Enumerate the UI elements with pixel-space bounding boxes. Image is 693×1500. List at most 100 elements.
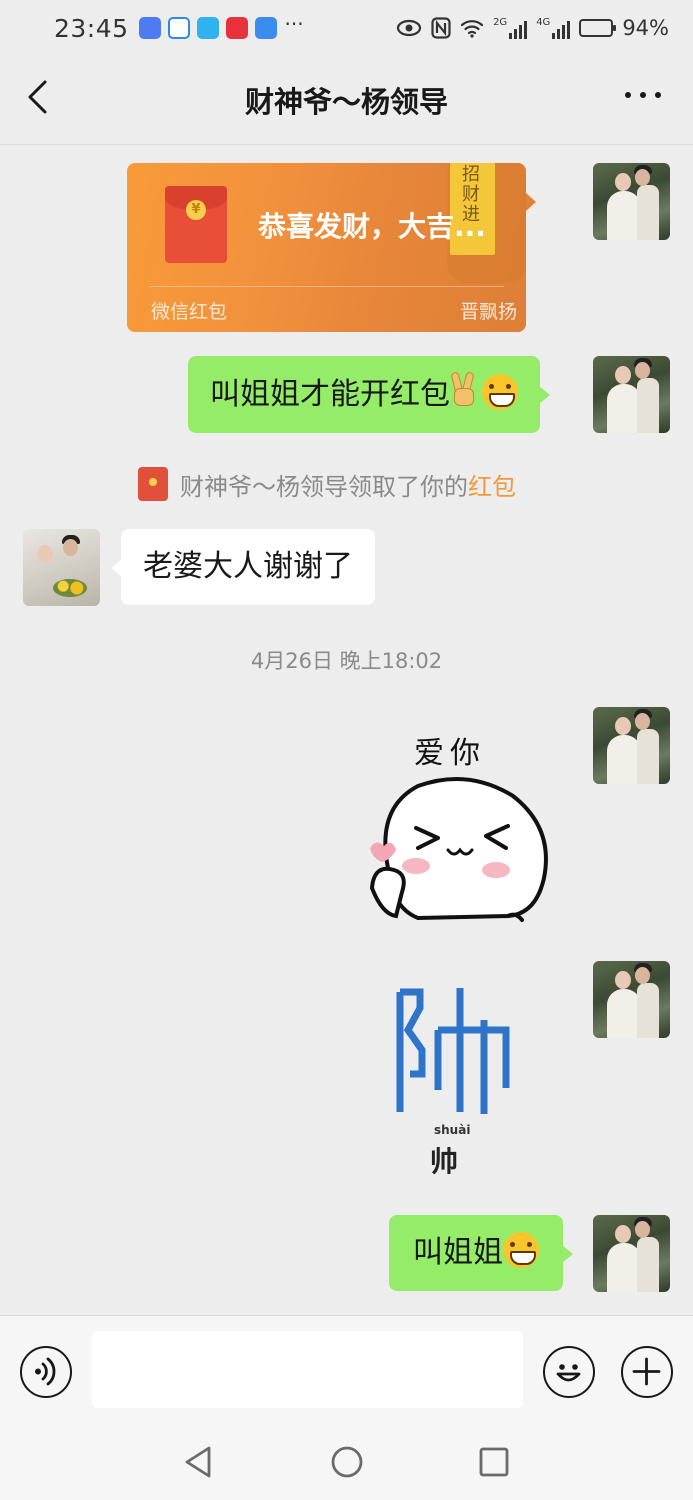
red-packet-label: 微信红包 [151,301,228,323]
signal-2g: 2G [493,17,528,39]
nav-home-icon [331,1446,363,1478]
plus-icon [632,1357,661,1386]
avatar-figure [637,1237,659,1292]
more-button[interactable] [625,92,661,98]
red-envelope-icon: ¥ [165,186,227,263]
message-bubble-received[interactable]: 老婆大人谢谢了 [111,529,375,605]
message-text: 叫姐姐才能开红包 [210,377,450,412]
signal-bars-icon [509,17,528,39]
message-text: 老婆大人谢谢了 [143,549,353,584]
status-more: ··· [284,12,304,36]
avatar-figure [637,729,659,784]
red-packet-link[interactable]: 红包 [468,467,516,502]
nav-recent-icon [479,1447,509,1477]
grin-emoji-icon [482,374,518,410]
victory-hand-emoji-icon [450,371,478,410]
my-avatar[interactable] [593,163,670,240]
message-bubble-sent[interactable]: 叫姐姐 [389,1215,573,1291]
avatar-figure [637,983,659,1038]
avatar-face [37,545,53,563]
voice-button[interactable] [20,1346,72,1398]
message-bubble-sent[interactable]: 叫姐姐才能开红包 [188,356,550,433]
chevron-left-icon [28,80,47,114]
red-packet-title: 恭喜发财，大吉... [258,210,486,243]
chat-title: 财神爷～杨领导 [244,85,448,119]
sticker-character: 帅 [430,1145,459,1178]
signal-4g: 4G [536,17,571,39]
message-text: 叫姐姐 [413,1235,503,1270]
avatar-figure [607,384,641,433]
red-packet-icon [138,467,168,501]
sticker-handsome[interactable]: shuài 帅 [386,978,526,1183]
avatar-figure [637,185,659,240]
app-notification-icon [167,17,190,39]
status-indicators: 2G 4G 94% [396,16,669,40]
sticker-pinyin: shuài [434,1123,471,1137]
my-avatar[interactable] [593,1215,670,1292]
avatar-flowers [53,579,87,597]
shuai-character-sticker-icon [396,988,510,1114]
battery-percent: 94% [622,16,669,40]
avatar-figure [607,989,641,1038]
contact-avatar[interactable] [23,529,100,606]
avatar-face [635,362,650,379]
app-notification-icon [138,17,161,39]
nav-home-button[interactable] [329,1444,365,1484]
red-packet-message[interactable]: 招财进 ¥ 恭喜发财，大吉... 微信红包 晋飘扬 [127,163,526,332]
avatar-figure [607,191,641,240]
more-dot [640,92,646,98]
nav-back-icon [185,1446,211,1478]
app-notification-icon [254,17,277,39]
avatar-face [635,1221,650,1238]
avatar-face [615,366,631,384]
status-bar: 23:45 ··· 2G 4G 94% [0,0,693,56]
emoji-button[interactable] [543,1346,595,1398]
avatar-face [615,971,631,989]
avatar-face [63,539,78,556]
red-packet-divider [149,286,504,287]
my-avatar[interactable] [593,707,670,784]
avatar-figure [607,1243,641,1292]
red-packet-tail [526,193,536,211]
system-notice-text: 财神爷～杨领导领取了你的 [180,472,468,501]
plus-button[interactable] [621,1346,673,1398]
emoji-icon [556,1364,581,1382]
back-button[interactable] [18,76,58,120]
voice-icon [35,1357,56,1386]
message-input[interactable] [92,1331,523,1408]
system-navigation-bar [0,1423,693,1500]
avatar-face [615,717,631,735]
my-avatar[interactable] [593,961,670,1038]
status-app-icons [138,17,277,39]
my-avatar[interactable] [593,356,670,433]
avatar-face [615,173,631,191]
status-time: 23:45 [54,13,129,43]
network-type-2g: 2G [493,17,508,28]
sticker-love-you[interactable]: 爱你 [358,718,558,928]
avatar-figure [637,378,659,433]
nav-recent-button[interactable] [477,1444,511,1484]
yuan-coin-icon: ¥ [186,200,206,220]
avatar-face [635,967,650,984]
system-notice: 财神爷～杨领导领取了你的 红包 [138,466,516,502]
nfc-icon [431,17,451,39]
grin-emoji-icon [503,1232,539,1268]
signal-bars-icon [552,17,571,39]
message-input-bar [0,1315,693,1423]
avatar-face [615,1225,631,1243]
network-type-4g: 4G [536,17,551,28]
avatar-face [635,713,650,730]
more-dots-icon [625,92,631,98]
nav-back-button[interactable] [181,1444,215,1484]
more-dot [655,92,661,98]
wifi-icon [460,20,484,38]
header-divider [0,144,693,145]
smiling-face-sticker-icon [369,776,548,922]
message-timestamp: 4月26日 晚上18:02 [250,649,443,673]
chat-header: 财神爷～杨领导 [0,56,693,144]
battery-icon [579,19,617,37]
eye-icon [396,19,422,37]
app-notification-icon [225,17,248,39]
avatar-figure [607,735,641,784]
app-notification-icon [196,17,219,39]
